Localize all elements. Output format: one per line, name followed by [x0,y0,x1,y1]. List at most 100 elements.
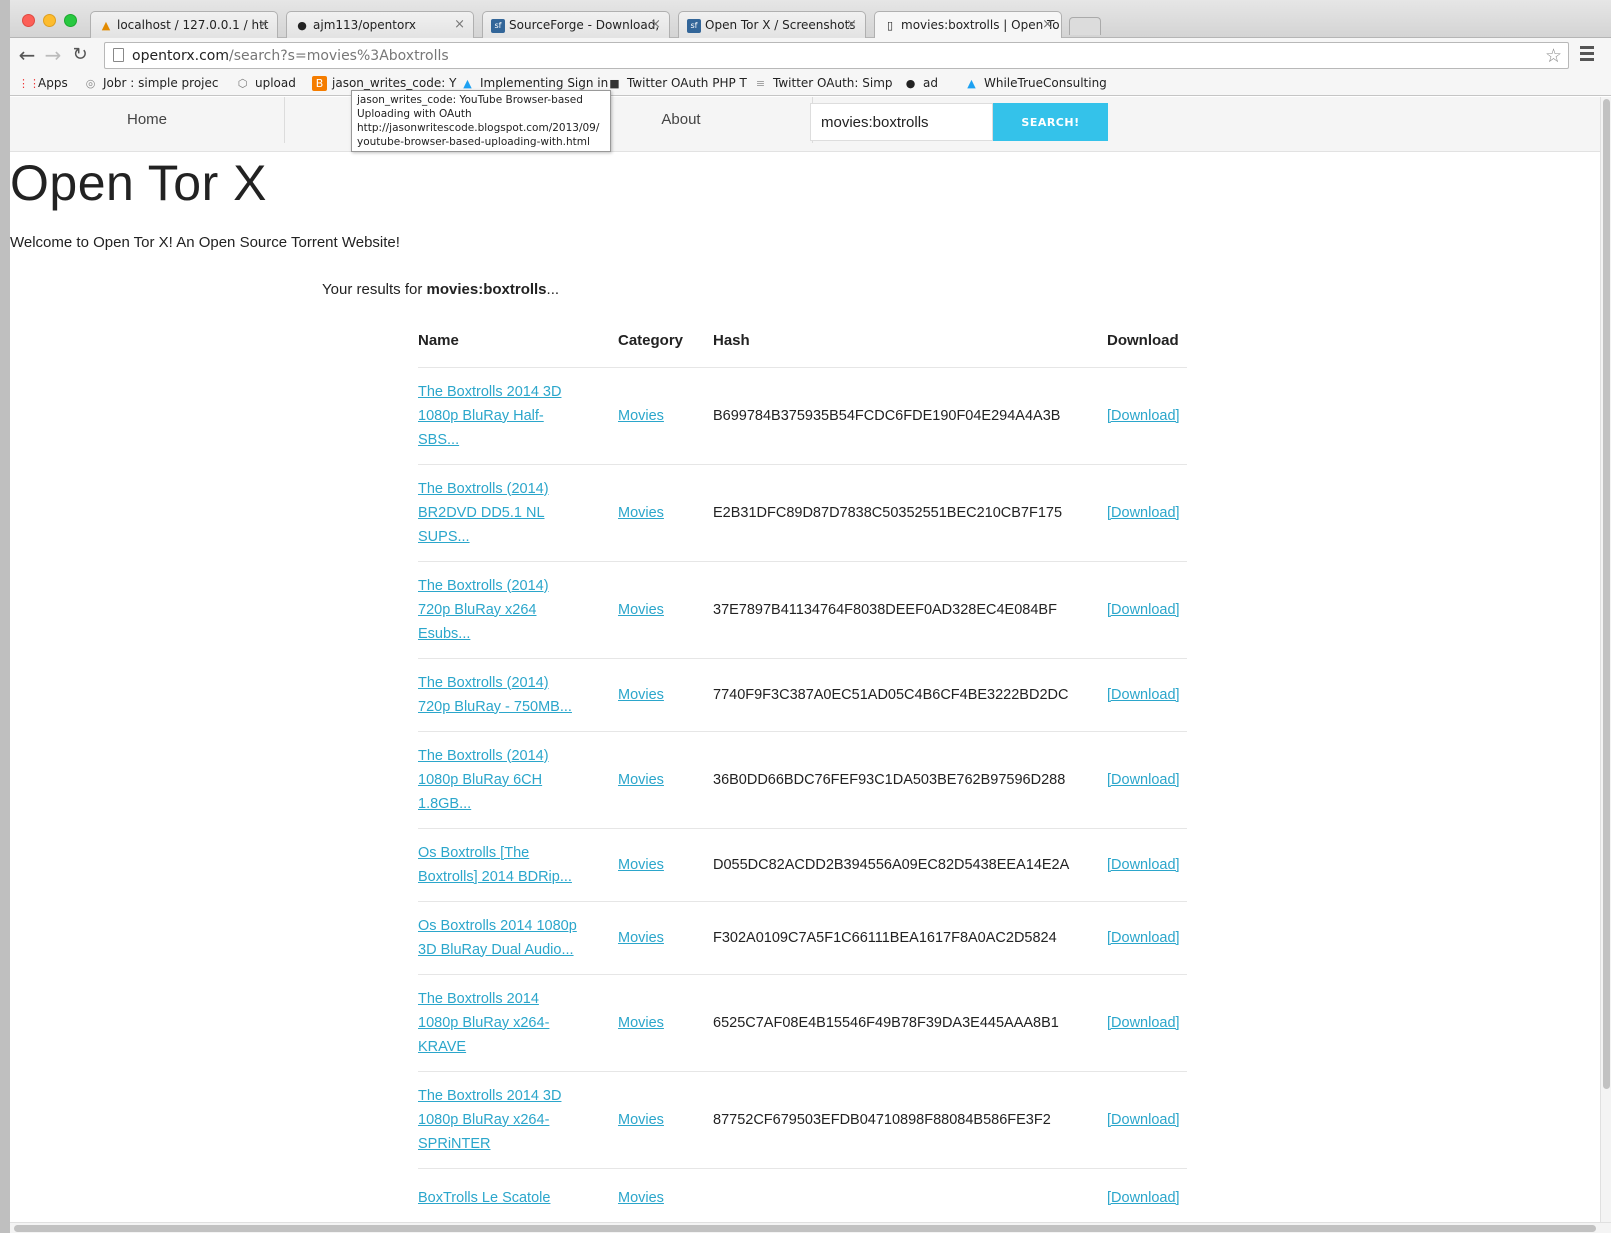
nav-home[interactable]: Home [10,97,284,152]
search-button[interactable]: SEARCH! [993,103,1108,141]
close-tab-icon[interactable]: × [650,17,661,32]
back-arrow-icon[interactable]: ← [16,44,38,66]
bookmark-label: WhileTrueConsulting [984,76,1107,90]
results-suffix: ... [546,281,560,298]
torrent-name-line: 720p BluRay x264 [418,601,537,618]
header-hash: Hash [713,332,1107,368]
bookmark-twitter-oauth-simple[interactable]: ≡ Twitter OAuth: Simp [753,76,893,90]
close-tab-icon[interactable]: × [846,17,857,32]
download-link[interactable]: [Download] [1107,602,1180,618]
category-link[interactable]: Movies [618,408,664,424]
tab-github[interactable]: ● ajm113/opentorx × [286,11,474,39]
close-tab-icon[interactable]: × [258,17,269,32]
vertical-scroll-thumb[interactable] [1603,99,1610,1089]
bookmark-jobr[interactable]: ◎ Jobr : simple projec [83,76,219,90]
torrent-name-link[interactable]: The Boxtrolls (2014) 720p BluRay x264 Esub… [418,578,549,642]
category-link[interactable]: Movies [618,772,664,788]
category-link[interactable]: Movies [618,602,664,618]
bookmark-jason-writes-code[interactable]: Bjason_writes_code: Y [312,76,456,91]
table-row: Os Boxtrolls [The Boxtrolls] 2014 BDRip..… [418,828,1187,902]
close-tab-icon[interactable]: × [454,17,465,32]
close-tab-icon[interactable]: × [1042,17,1053,32]
table-row: Os Boxtrolls 2014 1080p 3D BluRay Dual Au… [418,901,1187,975]
horizontal-scrollbar[interactable] [10,1222,1611,1233]
forward-arrow-icon[interactable]: → [42,44,64,66]
cell-hash: B699784B375935B54FCDC6FDE190F04E294A4A3B [713,367,1107,465]
search-input[interactable] [810,103,993,141]
dark-site-icon: ■ [609,77,620,90]
torrent-name-line: The Boxtrolls 2014 3D [418,383,562,400]
table-row: BoxTrolls Le Scatole Movies [Download] [418,1168,1187,1223]
torrent-name-link[interactable]: BoxTrolls Le Scatole [418,1190,550,1206]
torrent-name-line: SBS... [418,431,460,448]
github-icon: ● [297,19,307,32]
torrent-name-link[interactable]: The Boxtrolls (2014) BR2DVD DD5.1 NL SUPS.… [418,481,549,545]
download-link[interactable]: [Download] [1107,857,1180,873]
close-window-button[interactable] [22,14,35,27]
vertical-scrollbar[interactable] [1600,97,1611,1223]
torrent-name-link[interactable]: The Boxtrolls (2014) 1080p BluRay 6CH 1.8G… [418,748,549,812]
cell-download: [Download] [1107,367,1187,465]
tab-screenshots[interactable]: sf Open Tor X / Screenshots × [678,11,866,39]
bookmark-apps[interactable]: ⋮⋮ Apps [18,76,68,90]
download-link[interactable]: [Download] [1107,772,1180,788]
table-row: The Boxtrolls (2014) BR2DVD DD5.1 NL SUPS.… [418,464,1187,562]
github-icon: ● [905,77,916,90]
torrent-name-line: 1080p BluRay Half- [418,407,544,424]
download-link[interactable]: [Download] [1107,687,1180,703]
page-icon [113,48,124,62]
site-title: Open Tor X [10,155,268,211]
download-link[interactable]: [Download] [1107,408,1180,424]
url-text: opentorx.com/search?s=movies%3Aboxtrolls [132,48,449,64]
torrent-name-link[interactable]: The Boxtrolls 2014 3D 1080p BluRay Half- S… [418,384,561,448]
cell-name: The Boxtrolls (2014) 720p BluRay - 750MB.… [418,658,618,732]
new-tab-button[interactable] [1069,17,1101,35]
category-link[interactable]: Movies [618,930,664,946]
cell-download: [Download] [1107,561,1187,659]
category-link[interactable]: Movies [618,687,664,703]
minimize-window-button[interactable] [43,14,56,27]
torrent-name-link[interactable]: The Boxtrolls 2014 3D 1080p BluRay x264- S… [418,1088,561,1152]
bookmark-star-icon[interactable]: ☆ [1545,45,1562,67]
torrent-name-link[interactable]: The Boxtrolls (2014) 720p BluRay - 750MB.… [418,675,572,715]
download-link[interactable]: [Download] [1107,1015,1180,1031]
torrent-name-link[interactable]: Os Boxtrolls 2014 1080p 3D BluRay Dual Au… [418,918,577,958]
bookmark-label: Twitter OAuth PHP T [627,76,747,90]
cell-hash: F302A0109C7A5F1C66111BEA1617F8A0AC2D5824 [713,901,1107,975]
tab-active-search[interactable]: ▯ movies:boxtrolls | Open To × [874,11,1062,39]
download-link[interactable]: [Download] [1107,1190,1180,1206]
torrent-name-line: SUPS... [418,528,470,545]
category-link[interactable]: Movies [618,1015,664,1031]
bookmark-twitter-oauth-php[interactable]: ■ Twitter OAuth PHP T [607,76,747,90]
sourceforge-icon: sf [687,19,701,33]
tab-phpmyadmin[interactable]: ▲ localhost / 127.0.0.1 / htt × [90,11,278,39]
results-prefix: Your results for [322,281,427,298]
torrent-name-link[interactable]: Os Boxtrolls [The Boxtrolls] 2014 BDRip..… [418,845,572,885]
category-link[interactable]: Movies [618,505,664,521]
cell-hash: E2B31DFC89D87D7838C50352551BEC210CB7F175 [713,464,1107,562]
bookmark-upload[interactable]: ⬡ upload [235,76,296,90]
reload-icon[interactable]: ↻ [69,44,91,66]
horizontal-scroll-thumb[interactable] [14,1225,1596,1232]
download-link[interactable]: [Download] [1107,1112,1180,1128]
torrent-name-line: The Boxtrolls (2014) [418,577,549,594]
torrent-name-line: The Boxtrolls 2014 3D [418,1087,562,1104]
address-bar[interactable]: opentorx.com/search?s=movies%3Aboxtrolls… [104,42,1569,69]
maximize-window-button[interactable] [64,14,77,27]
cell-download: [Download] [1107,974,1187,1072]
bookmark-whiletrueconsulting[interactable]: ▲ WhileTrueConsulting [964,76,1107,90]
tab-sourceforge[interactable]: sf SourceForge - Download, × [482,11,670,39]
category-link[interactable]: Movies [618,857,664,873]
tab-label: localhost / 127.0.0.1 / htt [117,18,269,32]
category-link[interactable]: Movies [618,1112,664,1128]
category-link[interactable]: Movies [618,1190,664,1206]
torrent-name-link[interactable]: The Boxtrolls 2014 1080p BluRay x264- KRAV… [418,991,549,1055]
table-row: The Boxtrolls 2014 1080p BluRay x264- KRAV… [418,974,1187,1072]
bookmark-ad[interactable]: ● ad [903,76,938,90]
download-link[interactable]: [Download] [1107,505,1180,521]
download-link[interactable]: [Download] [1107,930,1180,946]
cell-name: The Boxtrolls (2014) BR2DVD DD5.1 NL SUPS.… [418,464,618,562]
torrent-name-line: KRAVE [418,1038,467,1055]
bookmark-implementing-sign-in[interactable]: ▲ Implementing Sign in [460,76,608,90]
hamburger-menu-icon[interactable] [1580,46,1594,64]
